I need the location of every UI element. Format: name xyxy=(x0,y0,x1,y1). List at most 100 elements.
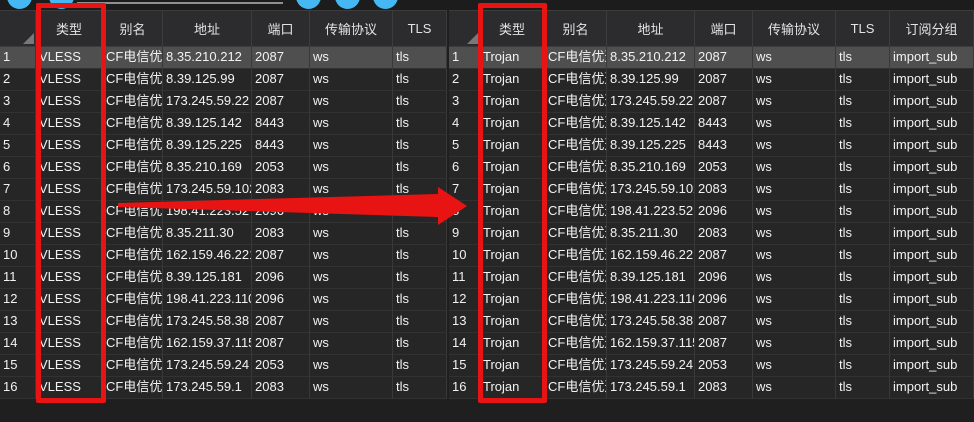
cell: tls xyxy=(836,201,890,223)
column-header[interactable]: 地址 xyxy=(163,11,252,47)
column-header[interactable]: 类型 xyxy=(36,11,103,47)
cell: tls xyxy=(393,47,447,69)
table-row[interactable]: 15TrojanCF电信优选173.245.59.242053wstlsimpo… xyxy=(449,355,974,377)
table-row[interactable]: 3VLESSCF电信优选173.245.59.222087wstls xyxy=(0,91,447,113)
cell: 162.159.46.221 xyxy=(163,245,252,267)
table-row[interactable]: 15VLESSCF电信优选173.245.59.242053wstls xyxy=(0,355,447,377)
table-row[interactable]: 6VLESSCF电信优选8.35.210.1692053wstls xyxy=(0,157,447,179)
cell: 162.159.37.115 xyxy=(163,333,252,355)
table-row[interactable]: 11TrojanCF电信优选8.39.125.1812096wstlsimpor… xyxy=(449,267,974,289)
toolbar-icon[interactable] xyxy=(335,0,360,9)
table-row[interactable]: 13VLESSCF电信优选173.245.58.382087wstls xyxy=(0,311,447,333)
select-all-header-cell[interactable] xyxy=(0,11,36,47)
cell: import_sub xyxy=(890,47,974,69)
table-row[interactable]: 10VLESSCF电信优选162.159.46.2212087wstls xyxy=(0,245,447,267)
cell: ws xyxy=(753,135,836,157)
table-row[interactable]: 11VLESSCF电信优选8.39.125.1812096wstls xyxy=(0,267,447,289)
cell: tls xyxy=(836,69,890,91)
table-row[interactable]: 8TrojanCF电信优选198.41.223.522096wstlsimpor… xyxy=(449,201,974,223)
table-row[interactable]: 5TrojanCF电信优选8.39.125.2258443wstlsimport… xyxy=(449,135,974,157)
cell: tls xyxy=(836,91,890,113)
table-row[interactable]: 7VLESSCF电信优选173.245.59.1022083wstls xyxy=(0,179,447,201)
column-header[interactable]: 地址 xyxy=(607,11,695,47)
cell: import_sub xyxy=(890,201,974,223)
cell: ws xyxy=(753,201,836,223)
cell: import_sub xyxy=(890,311,974,333)
cell: ws xyxy=(753,223,836,245)
table-row[interactable]: 7TrojanCF电信优选173.245.59.1022083wstlsimpo… xyxy=(449,179,974,201)
cell: 8443 xyxy=(252,113,310,135)
table-row[interactable]: 14VLESSCF电信优选162.159.37.1152087wstls xyxy=(0,333,447,355)
table-row[interactable]: 14TrojanCF电信优选162.159.37.1152087wstlsimp… xyxy=(449,333,974,355)
table-row-selected[interactable]: 1VLESSCF电信优选8.35.210.2122087wstls xyxy=(0,47,447,69)
cell: 2083 xyxy=(695,223,753,245)
toolbar-icon[interactable] xyxy=(7,0,32,9)
column-header[interactable]: 传输协议 xyxy=(310,11,393,47)
row-number-cell: 12 xyxy=(449,289,480,311)
table-row[interactable]: 16VLESSCF电信优选173.245.59.12083wstls xyxy=(0,377,447,399)
cell: ws xyxy=(753,113,836,135)
table-row[interactable]: 5VLESSCF电信优选8.39.125.2258443wstls xyxy=(0,135,447,157)
column-header[interactable]: 别名 xyxy=(545,11,607,47)
table-row[interactable]: 6TrojanCF电信优选8.35.210.1692053wstlsimport… xyxy=(449,157,974,179)
row-number-cell: 12 xyxy=(0,289,36,311)
cell: ws xyxy=(310,113,393,135)
table-row[interactable]: 3TrojanCF电信优选173.245.59.222087wstlsimpor… xyxy=(449,91,974,113)
cell: CF电信优选 xyxy=(103,135,163,157)
table-row[interactable]: 9VLESSCF电信优选8.35.211.302083wstls xyxy=(0,223,447,245)
cell: 8.39.125.99 xyxy=(163,69,252,91)
cell: CF电信优选 xyxy=(103,289,163,311)
table-row[interactable]: 8VLESSCF电信优选198.41.223.522096wstls xyxy=(0,201,447,223)
cell: CF电信优选 xyxy=(545,333,607,355)
column-header[interactable]: 传输协议 xyxy=(753,11,836,47)
cell: tls xyxy=(393,113,447,135)
table-row[interactable]: 12TrojanCF电信优选198.41.223.1102096wstlsimp… xyxy=(449,289,974,311)
row-number-cell: 4 xyxy=(449,113,480,135)
cell: CF电信优选 xyxy=(545,47,607,69)
cell: import_sub xyxy=(890,267,974,289)
cell: ws xyxy=(753,245,836,267)
table-row[interactable]: 4TrojanCF电信优选8.39.125.1428443wstlsimport… xyxy=(449,113,974,135)
cell: VLESS xyxy=(36,47,103,69)
toolbar-icon[interactable] xyxy=(373,0,398,9)
corner-triangle-icon xyxy=(23,33,34,44)
table-row[interactable]: 10TrojanCF电信优选162.159.46.2212087wstlsimp… xyxy=(449,245,974,267)
cell: import_sub xyxy=(890,135,974,157)
cell: CF电信优选 xyxy=(545,157,607,179)
column-header[interactable]: 订阅分组 xyxy=(890,11,974,47)
row-number-cell: 11 xyxy=(449,267,480,289)
cell: 8.39.125.181 xyxy=(163,267,252,289)
cell: import_sub xyxy=(890,223,974,245)
table-row[interactable]: 2VLESSCF电信优选8.39.125.992087wstls xyxy=(0,69,447,91)
cell: 2096 xyxy=(695,201,753,223)
table-row-selected[interactable]: 1TrojanCF电信优选8.35.210.2122087wstlsimport… xyxy=(449,47,974,69)
cell: CF电信优选 xyxy=(545,91,607,113)
cell: tls xyxy=(393,91,447,113)
column-header[interactable]: TLS xyxy=(393,11,447,47)
cell: CF电信优选 xyxy=(545,377,607,399)
table-row[interactable]: 2TrojanCF电信优选8.39.125.992087wstlsimport_… xyxy=(449,69,974,91)
select-all-header-cell[interactable] xyxy=(449,11,480,47)
cell: CF电信优选 xyxy=(103,157,163,179)
cell: 2053 xyxy=(695,355,753,377)
table-row[interactable]: 16TrojanCF电信优选173.245.59.12083wstlsimpor… xyxy=(449,377,974,399)
table-row[interactable]: 4VLESSCF电信优选8.39.125.1428443wstls xyxy=(0,113,447,135)
column-header[interactable]: 类型 xyxy=(480,11,545,47)
cell: VLESS xyxy=(36,333,103,355)
column-header[interactable]: TLS xyxy=(836,11,890,47)
toolbar-icon[interactable] xyxy=(49,0,74,9)
column-header[interactable]: 端口 xyxy=(252,11,310,47)
cell: tls xyxy=(836,245,890,267)
table-row[interactable]: 12VLESSCF电信优选198.41.223.1102096wstls xyxy=(0,289,447,311)
cell: CF电信优选 xyxy=(545,245,607,267)
cell: 2096 xyxy=(695,267,753,289)
cell: 2087 xyxy=(695,333,753,355)
toolbar-icon[interactable] xyxy=(296,0,321,9)
table-row[interactable]: 9TrojanCF电信优选8.35.211.302083wstlsimport_… xyxy=(449,223,974,245)
column-header[interactable]: 端口 xyxy=(695,11,753,47)
cell: CF电信优选 xyxy=(103,333,163,355)
table-row[interactable]: 13TrojanCF电信优选173.245.58.382087wstlsimpo… xyxy=(449,311,974,333)
column-header[interactable]: 别名 xyxy=(103,11,163,47)
cell: tls xyxy=(393,245,447,267)
cell: 8443 xyxy=(695,113,753,135)
